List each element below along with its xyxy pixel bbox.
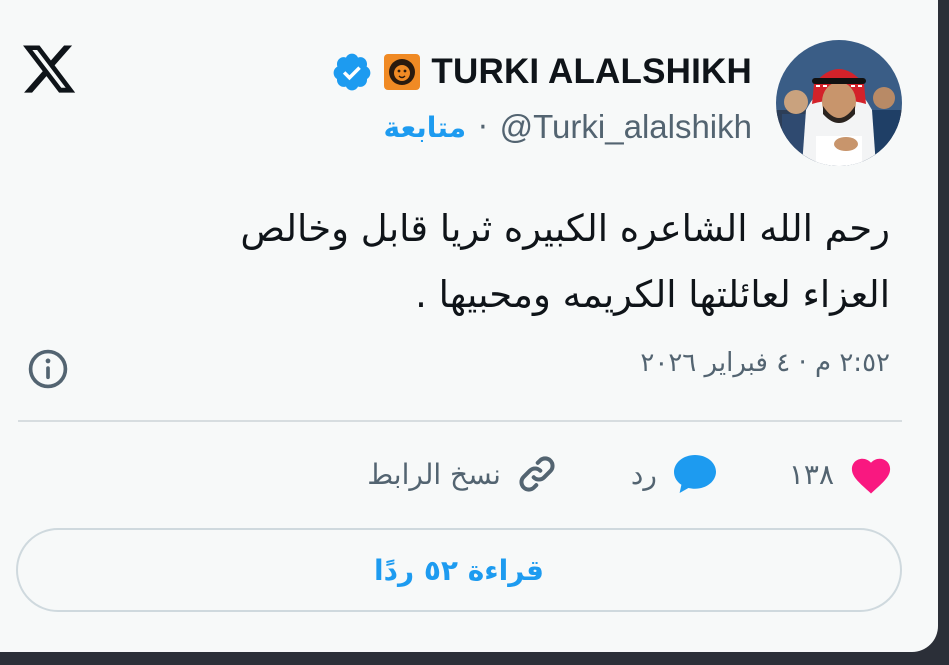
reply-button[interactable]: رد: [631, 452, 719, 496]
read-replies-label: قراءة ٥٢ ردًا: [374, 553, 544, 587]
author-handle[interactable]: @Turki_alalshikh: [500, 108, 752, 146]
tweet-text-line: رحم الله الشاعره الكبيره ثريا قابل وخالص: [240, 207, 890, 250]
like-count: ١٣٨: [788, 457, 834, 491]
avatar[interactable]: [776, 40, 902, 166]
info-icon[interactable]: [26, 347, 70, 391]
author-handle-row: @Turki_alalshikh · متابعة: [384, 104, 753, 150]
reply-label: رد: [630, 457, 657, 491]
tweet-text: رحم الله الشاعره الكبيره ثريا قابل وخالص…: [90, 196, 890, 328]
x-logo-icon[interactable]: [20, 40, 78, 98]
tweet-text-line: العزاء لعائلتها الكريمه ومحبيها .: [415, 273, 890, 316]
tweet-card: TURKI ALALSHIKH @Turki_alalshikh · متابع…: [0, 0, 938, 652]
read-replies-button[interactable]: قراءة ٥٢ ردًا: [16, 528, 902, 612]
action-bar: ١٣٨ رد نسخ الرابط: [367, 446, 894, 502]
copy-link-label: نسخ الرابط: [367, 457, 501, 491]
link-icon: [519, 456, 555, 492]
reply-bubble-icon: [673, 455, 716, 493]
heart-icon: [851, 458, 891, 494]
verified-badge-icon: [334, 53, 371, 91]
tweet-timestamp[interactable]: ٢:٥٢ م · ٤ فبراير ٢٠٢٦: [640, 348, 890, 378]
author-name-row: TURKI ALALSHIKH: [331, 48, 752, 96]
copy-link-button[interactable]: نسخ الرابط: [367, 452, 559, 496]
lion-flair-icon: [384, 54, 421, 90]
like-button[interactable]: ١٣٨: [789, 453, 894, 495]
author-display-name[interactable]: TURKI ALALSHIKH: [431, 52, 752, 92]
divider: [18, 420, 902, 422]
follow-button[interactable]: متابعة: [384, 111, 467, 144]
separator-dot: ·: [478, 109, 488, 145]
